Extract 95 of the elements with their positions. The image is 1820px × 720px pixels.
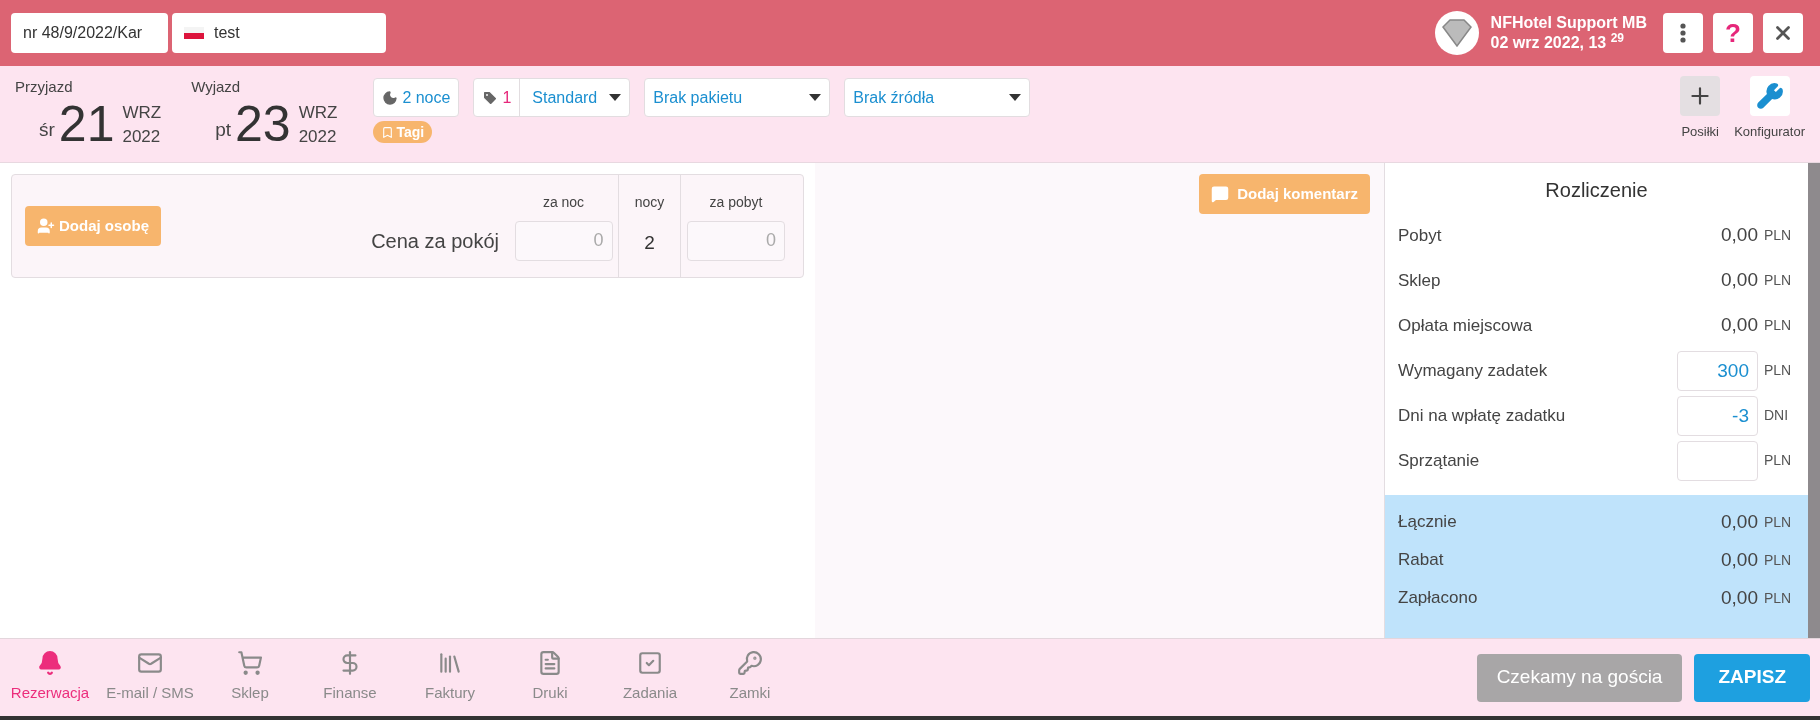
caret-icon [1009,94,1022,101]
close-button[interactable] [1763,13,1803,53]
user-name: NFHotel Support MB [1490,13,1647,33]
settlement-input[interactable]: 300 [1677,350,1758,391]
document-icon [537,650,563,677]
nav-tab[interactable]: Sklep [200,650,300,705]
reservation-number-field[interactable]: nr 48/9/2022/Kar [11,13,168,53]
column-header: za pobyt [709,192,763,212]
package-value: Brak pakietu [653,87,743,108]
unit: PLN [1763,512,1793,532]
package-select[interactable]: Brak pakietu [644,78,831,117]
current-datetime: 02 wrz 2022, 13 $^{29}$ [1490,33,1626,53]
unit: PLN [1763,588,1793,608]
tool-label: Konfigurator [1734,123,1805,141]
departure-day: 23 [235,98,291,149]
nav-tab[interactable]: Zadania [600,650,700,705]
source-select[interactable]: Brak źródła [844,78,1031,117]
unit: PLN [1763,316,1793,335]
bookmark-icon [381,125,395,139]
summary-label: Rabat [1398,549,1445,572]
key-icon [737,650,763,677]
column-header: nocy [634,192,665,212]
add-person-icon [37,217,55,235]
unit: PLN [1763,361,1793,380]
summary-amount: 0,00 [1721,547,1758,572]
settlement-label: Sprzątanie [1398,449,1481,472]
nav-tab[interactable]: E-mail / SMS [100,650,200,705]
add-comment-button[interactable]: Dodaj komentarz [1199,174,1370,214]
guest-field[interactable]: test [172,13,386,53]
settlement-label: Sklep [1398,269,1442,292]
per-stay-price-field[interactable]: 0 [687,220,785,261]
scrollbar[interactable] [1808,163,1820,638]
nights-button[interactable]: 2 noce [373,78,460,117]
source-value: Brak źródła [853,87,935,108]
nav-tab[interactable]: Rezerwacja [0,650,100,705]
summary-amount: 0,00 [1721,585,1758,610]
column-header: za noc [542,192,585,212]
year: 2022 [122,125,162,148]
wait-for-guest-button[interactable]: Czekamy na gościa [1476,653,1683,702]
cart-icon [237,650,263,677]
room-price-label: Cena za pokój [371,229,499,254]
settlement-amount: 0,00 [1721,223,1758,248]
nav-tab[interactable]: Faktury [400,650,500,705]
nav-tab[interactable]: Zamki [700,650,800,705]
nav-tab[interactable]: Finanse [300,650,400,705]
moon-icon [382,89,399,106]
tool-label: Posiłki [1681,123,1719,141]
arrival-day: 21 [58,98,115,149]
summary-amount: 0,00 [1721,509,1758,534]
unit: PLN [1763,550,1793,570]
unit: PLN [1763,226,1793,245]
nights-count: 2 [644,230,655,255]
checkbox-icon [637,650,663,677]
meals-button[interactable] [1680,76,1721,116]
tags-button[interactable]: Tagi [373,121,433,143]
settlement-input[interactable]: -3 [1677,395,1758,436]
month: WRZ [122,101,162,124]
settlement-amount: 0,00 [1721,313,1758,338]
caret-icon [809,94,822,101]
settlement-label: Opłata miejscowa [1398,314,1534,337]
weekday: śr [39,118,55,142]
settlement-label: Pobyt [1398,224,1443,247]
unit: DNI [1763,406,1790,425]
save-button[interactable]: ZAPISZ [1694,653,1810,702]
settlement-title: Rozliczenie [1544,178,1649,203]
weekday: pt [215,118,232,142]
month: WRZ [298,101,338,124]
per-night-price-field[interactable]: 0 [514,220,613,261]
tag-count: 1 [474,79,521,116]
settlement-label: Dni na wpłatę zadatku [1398,404,1567,427]
unit: PLN [1763,451,1793,470]
help-button[interactable]: ? [1713,13,1753,53]
date-label: Przyjazd [15,77,74,97]
bell-icon [37,650,63,677]
settlement-amount: 0,00 [1721,268,1758,293]
summary-label: Łącznie [1398,511,1458,534]
summary-label: Zapłacono [1398,587,1479,610]
tag-icon [482,89,499,106]
unit: PLN [1763,271,1793,290]
settlement-input[interactable] [1677,440,1758,481]
settlement-label: Wymagany zadatek [1398,359,1549,382]
date-label: Wyjazd [191,77,242,97]
comment-icon [1211,185,1230,203]
configurator-button[interactable] [1749,76,1790,116]
year: 2022 [298,125,338,148]
menu-button[interactable] [1663,13,1703,53]
nav-tab[interactable]: Druki [500,650,600,705]
room-type-select[interactable]: 1 Standard [473,78,631,117]
menu-icon [1680,23,1686,43]
logo-icon [1439,19,1474,47]
wrench-icon [1755,82,1784,110]
caret-icon [609,94,622,101]
room-type-value: Standard [531,87,599,108]
add-person-button[interactable]: Dodaj osobę [25,206,161,246]
flag-icon [184,27,204,39]
